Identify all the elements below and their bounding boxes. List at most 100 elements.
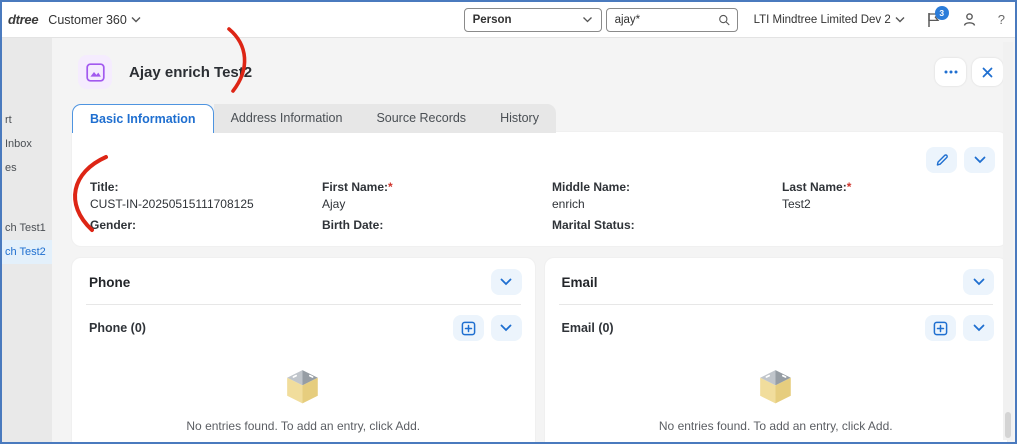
brand-logo: dtree — [8, 12, 38, 27]
field-first-name: First Name:* Ajay — [322, 180, 552, 211]
more-actions-button[interactable] — [935, 58, 966, 86]
basic-information-card: Title: CUST-IN-20250515111708125 First N… — [72, 132, 1007, 246]
search-scope-value: Person — [473, 14, 512, 26]
add-icon — [933, 321, 948, 336]
vertical-scrollbar[interactable] — [1003, 42, 1013, 440]
app-window: dtree Customer 360 Person LTI Mindtree L… — [0, 0, 1017, 444]
tab-strip: Address Information Source Records Histo… — [214, 104, 556, 133]
notification-badge: 3 — [935, 6, 949, 20]
field-last-name-label: Last Name: — [782, 180, 847, 194]
sidebar-item-start[interactable]: rt — [2, 108, 52, 132]
field-gender-label: Gender: — [90, 218, 136, 232]
sidebar-item-favorites[interactable]: es — [2, 156, 52, 180]
close-button[interactable] — [972, 58, 1003, 86]
sidebar-spacer — [2, 180, 52, 216]
tenant-label: LTI Mindtree Limited Dev 2 — [754, 14, 891, 26]
global-search: Person — [464, 8, 738, 32]
tab-address-information[interactable]: Address Information — [214, 104, 360, 133]
collapse-basic-info-button[interactable] — [964, 147, 995, 173]
required-marker: * — [847, 180, 852, 194]
field-middle-name-value: enrich — [552, 197, 782, 211]
collapse-phone-card-button[interactable] — [491, 269, 522, 295]
app-body: rt Inbox es ch Test1 ch Test2 Ajay enric… — [2, 38, 1015, 442]
phone-card-title: Phone — [89, 275, 130, 290]
field-marital-status-value — [552, 235, 782, 249]
collapse-phone-list-button[interactable] — [491, 315, 522, 341]
add-icon — [461, 321, 476, 336]
field-marital-status-label: Marital Status: — [552, 218, 635, 232]
search-box — [606, 8, 738, 32]
field-birth-date-value — [322, 235, 552, 249]
ellipsis-icon — [944, 70, 958, 74]
phone-empty-text: No entries found. To add an entry, click… — [186, 419, 420, 433]
scrollbar-thumb[interactable] — [1005, 412, 1011, 438]
email-list-title: Email (0) — [562, 321, 614, 335]
contact-cards-row: Phone Phone (0) — [72, 258, 1007, 442]
sidebar-item-record-test1[interactable]: ch Test1 — [2, 216, 52, 240]
email-card: Email Email (0) — [545, 258, 1008, 442]
field-last-name: Last Name:* Test2 — [782, 180, 1007, 211]
app-title-menu[interactable]: Customer 360 — [48, 13, 141, 27]
field-marital-status: Marital Status: — [552, 218, 782, 249]
chevron-down-icon — [582, 16, 593, 23]
tab-basic-information[interactable]: Basic Information — [72, 104, 214, 133]
user-button[interactable] — [962, 12, 977, 27]
app-title-label: Customer 360 — [48, 13, 127, 27]
phone-card: Phone Phone (0) — [72, 258, 535, 442]
top-bar: dtree Customer 360 Person LTI Mindtree L… — [2, 2, 1015, 38]
chevron-down-icon — [131, 16, 141, 23]
phone-list-title: Phone (0) — [89, 321, 146, 335]
search-icon[interactable] — [718, 13, 731, 27]
chevron-down-icon — [974, 156, 986, 164]
field-first-name-label: First Name: — [322, 180, 388, 194]
help-button[interactable]: ? — [998, 12, 1005, 27]
tab-history[interactable]: History — [483, 104, 556, 133]
field-gender: Gender: — [90, 218, 322, 249]
phone-empty-state: No entries found. To add an entry, click… — [72, 369, 535, 433]
collapse-email-card-button[interactable] — [963, 269, 994, 295]
field-middle-name-label: Middle Name: — [552, 180, 630, 194]
basic-info-actions — [926, 147, 995, 173]
basic-info-fields: Title: CUST-IN-20250515111708125 First N… — [72, 132, 1007, 249]
record-header: Ajay enrich Test2 — [72, 48, 1007, 96]
close-icon — [982, 67, 993, 78]
chevron-down-icon — [895, 16, 905, 23]
sidebar-item-inbox[interactable]: Inbox — [2, 132, 52, 156]
tab-source-records[interactable]: Source Records — [359, 104, 483, 133]
add-email-button[interactable] — [925, 315, 956, 341]
add-phone-button[interactable] — [453, 315, 484, 341]
collapse-email-list-button[interactable] — [963, 315, 994, 341]
field-first-name-value: Ajay — [322, 197, 552, 211]
user-icon — [962, 12, 977, 27]
field-title-value: CUST-IN-20250515111708125 — [90, 197, 322, 211]
sidebar-item-record-test2[interactable]: ch Test2 — [2, 240, 52, 264]
avatar — [78, 55, 112, 89]
tab-bar: Basic Information Address Information So… — [72, 104, 1007, 133]
tenant-select[interactable]: LTI Mindtree Limited Dev 2 — [754, 14, 905, 26]
field-last-name-value: Test2 — [782, 197, 1007, 211]
sidebar: rt Inbox es ch Test1 ch Test2 — [2, 38, 52, 442]
field-birth-date: Birth Date: — [322, 218, 552, 249]
field-title: Title: CUST-IN-20250515111708125 — [90, 180, 322, 211]
search-input[interactable] — [615, 14, 719, 26]
email-empty-text: No entries found. To add an entry, click… — [659, 419, 893, 433]
field-title-label: Title: — [90, 180, 118, 194]
main-content: Ajay enrich Test2 Basic Information Addr… — [52, 38, 1015, 442]
chevron-down-icon — [973, 278, 985, 286]
email-empty-state: No entries found. To add an entry, click… — [545, 369, 1008, 433]
record-header-actions — [935, 58, 1007, 86]
field-middle-name: Middle Name: enrich — [552, 180, 782, 211]
edit-button[interactable] — [926, 147, 957, 173]
chevron-down-icon — [500, 278, 512, 286]
chevron-down-icon — [500, 324, 512, 332]
notifications-button[interactable]: 3 — [926, 12, 941, 28]
empty-box-icon — [284, 369, 322, 404]
field-birth-date-label: Birth Date: — [322, 218, 383, 232]
top-bar-right: LTI Mindtree Limited Dev 2 3 ? — [754, 12, 1005, 28]
search-scope-select[interactable]: Person — [464, 8, 602, 32]
chevron-down-icon — [973, 324, 985, 332]
image-placeholder-icon — [86, 63, 105, 82]
field-gender-value — [90, 235, 322, 249]
email-card-title: Email — [562, 275, 598, 290]
page-title: Ajay enrich Test2 — [129, 64, 252, 81]
